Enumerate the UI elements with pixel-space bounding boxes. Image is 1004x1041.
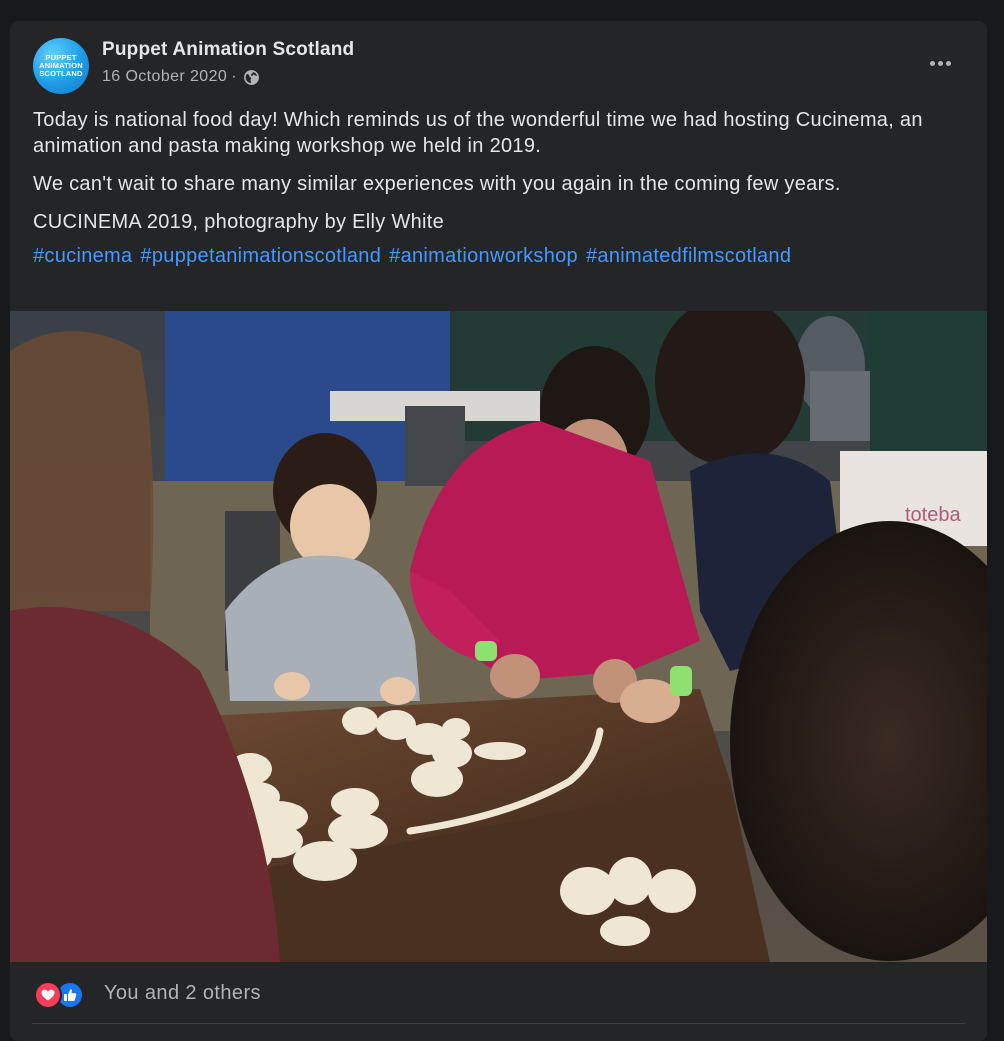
meta-separator: · xyxy=(231,68,237,85)
reaction-icons[interactable] xyxy=(34,980,90,1009)
reactions-bar: You and 2 others xyxy=(10,962,987,1025)
post-date[interactable]: 16 October 2020 xyxy=(102,68,227,86)
reaction-summary[interactable]: You and 2 others xyxy=(104,982,261,1005)
post-caption: CUCINEMA 2019, photography by Elly White xyxy=(33,211,445,233)
post-card: PUPPET ANIMATION SCOTLAND Puppet Animati… xyxy=(10,21,987,1041)
action-divider xyxy=(32,1023,965,1024)
workshop-photo-illustration: toteba xyxy=(10,311,987,962)
page-avatar[interactable]: PUPPET ANIMATION SCOTLAND xyxy=(33,38,89,94)
hashtag-list: #cucinema #puppetanimationscotland #anim… xyxy=(33,243,953,269)
post-paragraph-2: We can't wait to share many similar expe… xyxy=(33,173,841,195)
avatar-text-line-3: SCOTLAND xyxy=(39,69,83,78)
post-text: Today is national food day! Which remind… xyxy=(33,107,953,269)
hashtag-link[interactable]: #animationworkshop xyxy=(389,243,578,269)
love-icon xyxy=(34,980,62,1009)
page-name-link[interactable]: Puppet Animation Scotland xyxy=(102,39,354,61)
hashtag-link[interactable]: #animatedfilmscotland xyxy=(586,243,791,269)
post-paragraph-1: Today is national food day! Which remind… xyxy=(33,109,923,157)
hashtag-link[interactable]: #cucinema xyxy=(33,243,132,269)
globe-icon xyxy=(244,69,259,85)
hashtag-link[interactable]: #puppetanimationscotland xyxy=(140,243,381,269)
background-sign-text: toteba xyxy=(905,504,961,526)
more-options-icon[interactable] xyxy=(925,53,955,73)
post-photo[interactable]: toteba xyxy=(10,311,987,962)
post-meta: 16 October 2020 · xyxy=(102,68,260,86)
